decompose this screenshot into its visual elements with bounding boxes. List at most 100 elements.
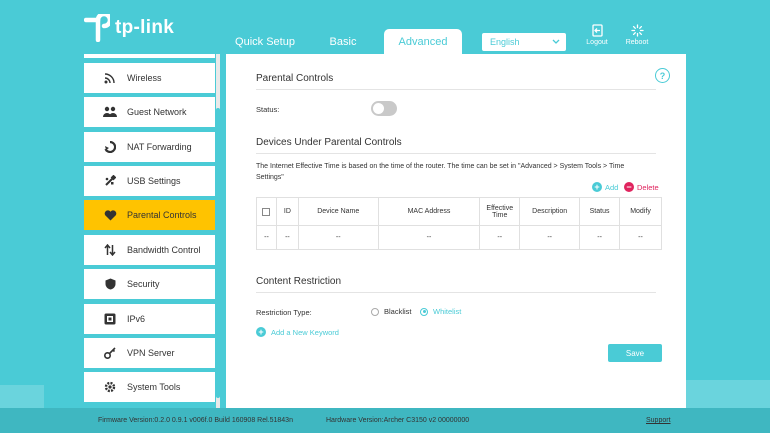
sidebar-item-parental-controls[interactable]: Parental Controls	[84, 200, 215, 230]
sidebar-item-label: System Tools	[127, 382, 181, 392]
chevron-down-icon	[552, 39, 560, 44]
divider	[256, 153, 656, 154]
sidebar-item-label: Parental Controls	[127, 210, 197, 220]
sidebar-item-label: USB Settings	[127, 176, 181, 186]
ipv6-icon	[102, 313, 118, 325]
status-label: Status:	[256, 105, 280, 114]
radio-circle-selected	[420, 307, 428, 316]
sidebar-item-label: Guest Network	[127, 107, 187, 117]
sidebar-item-ipv6[interactable]: IPv6	[84, 304, 215, 334]
sidebar-item-label: NAT Forwarding	[127, 142, 192, 152]
time-note: The Internet Effective Time is based on …	[256, 163, 625, 181]
column-header: ID	[275, 197, 299, 226]
gear-icon	[102, 381, 118, 393]
sidebar-item-wireless[interactable]: Wireless	[84, 63, 215, 93]
content-restriction-title: Content Restriction	[256, 276, 342, 287]
logout-button[interactable]: Logout	[580, 24, 614, 46]
devices-title: Devices Under Parental Controls	[256, 137, 402, 148]
sidebar-item-label: Bandwidth Control	[127, 245, 201, 255]
select-all-checkbox-cell[interactable]	[256, 197, 277, 226]
tab-quick-setup[interactable]: Quick Setup	[232, 29, 298, 54]
sidebar-scrollbar-thumb[interactable]	[216, 108, 220, 398]
restriction-type-label: Restriction Type:	[256, 308, 312, 317]
reboot-button[interactable]: Reboot	[620, 24, 654, 46]
language-value: English	[490, 37, 520, 47]
add-keyword-button[interactable]: + Add a New Keyword	[256, 327, 339, 337]
language-select[interactable]: English	[482, 33, 566, 51]
firmware-version: Firmware Version:0.2.0 0.9.1 v006f.0 Bui…	[98, 417, 293, 424]
add-label: Add	[605, 182, 619, 192]
sidebar: Wireless Guest Network NAT Forwarding US…	[84, 54, 226, 408]
heart-icon	[102, 209, 118, 221]
main-panel: Parental Controls ? Status: Devices Unde…	[226, 54, 686, 408]
radio-circle	[371, 307, 379, 316]
add-button[interactable]: + Add	[592, 182, 618, 192]
sidebar-item-usb-settings[interactable]: USB Settings	[84, 166, 215, 196]
sidebar-item-label: VPN Server	[127, 348, 175, 358]
whitelist-radio[interactable]: Whitelist	[420, 307, 461, 316]
table-cell: --	[256, 225, 277, 250]
devices-table: ID Device Name MAC Address Effective Tim…	[256, 197, 662, 250]
status-toggle[interactable]	[371, 101, 397, 116]
table-cell: --	[377, 225, 481, 250]
delete-label: Delete	[637, 182, 659, 192]
blacklist-radio[interactable]: Blacklist	[371, 307, 412, 316]
tp-link-logo-icon	[84, 14, 110, 42]
hardware-version: Hardware Version:Archer C3150 v2 0000000…	[326, 417, 470, 424]
table-cell: --	[519, 225, 581, 250]
sidebar-item-security[interactable]: Security	[84, 269, 215, 299]
sidebar-item-label: Wireless	[127, 73, 162, 83]
tp-link-logo: tp-link	[84, 14, 174, 42]
tab-basic[interactable]: Basic	[320, 29, 366, 54]
logout-label: Logout	[586, 39, 608, 46]
support-link[interactable]: Support	[646, 417, 671, 424]
delete-button[interactable]: − Delete	[624, 182, 659, 192]
table-header-row: ID Device Name MAC Address Effective Tim…	[256, 197, 662, 226]
sidebar-item-label: Security	[127, 279, 160, 289]
decorative-square	[686, 380, 770, 408]
tab-advanced[interactable]: Advanced	[384, 29, 462, 54]
footer: Firmware Version:0.2.0 0.9.1 v006f.0 Bui…	[0, 408, 770, 433]
divider	[256, 292, 656, 293]
whitelist-label: Whitelist	[433, 307, 462, 316]
usb-icon	[102, 175, 118, 187]
sidebar-item-partial-top[interactable]	[84, 54, 215, 58]
reboot-label: Reboot	[625, 39, 649, 46]
minus-icon: −	[624, 182, 634, 192]
shield-icon	[102, 278, 118, 290]
help-icon[interactable]: ?	[655, 68, 670, 83]
column-header: MAC Address	[377, 197, 481, 226]
divider	[256, 89, 656, 90]
wifi-icon	[102, 72, 118, 84]
column-header: Modify	[619, 197, 662, 226]
plus-icon: +	[256, 327, 266, 337]
reboot-icon	[630, 24, 644, 37]
table-cell: --	[619, 225, 662, 250]
sidebar-item-guest-network[interactable]: Guest Network	[84, 97, 215, 127]
parental-controls-title: Parental Controls	[256, 73, 334, 84]
column-header: Description	[519, 197, 581, 226]
guest-users-icon	[102, 106, 118, 118]
vpn-key-icon	[102, 347, 118, 359]
logout-icon	[591, 24, 603, 37]
column-header: Status	[579, 197, 621, 226]
sidebar-item-vpn-server[interactable]: VPN Server	[84, 338, 215, 368]
logo-text: tp-link	[115, 17, 175, 38]
up-down-arrows-icon	[102, 244, 118, 256]
sidebar-item-nat-forwarding[interactable]: NAT Forwarding	[84, 132, 215, 162]
sidebar-item-label: IPv6	[127, 314, 146, 324]
nat-forwarding-icon	[102, 141, 118, 153]
table-cell: --	[479, 225, 521, 250]
column-header: Device Name	[297, 197, 379, 226]
table-row: -- -- -- -- -- -- -- --	[256, 225, 662, 250]
column-header: Effective Time	[479, 197, 521, 226]
table-cell: --	[579, 225, 621, 250]
plus-icon: +	[592, 182, 602, 192]
toggle-knob	[373, 103, 384, 114]
sidebar-item-bandwidth-control[interactable]: Bandwidth Control	[84, 235, 215, 265]
sidebar-item-system-tools[interactable]: System Tools	[84, 372, 215, 402]
blacklist-label: Blacklist	[384, 307, 412, 316]
select-all-checkbox[interactable]	[262, 207, 271, 216]
add-keyword-label: Add a New Keyword	[271, 327, 339, 337]
save-button[interactable]: Save	[608, 344, 662, 362]
